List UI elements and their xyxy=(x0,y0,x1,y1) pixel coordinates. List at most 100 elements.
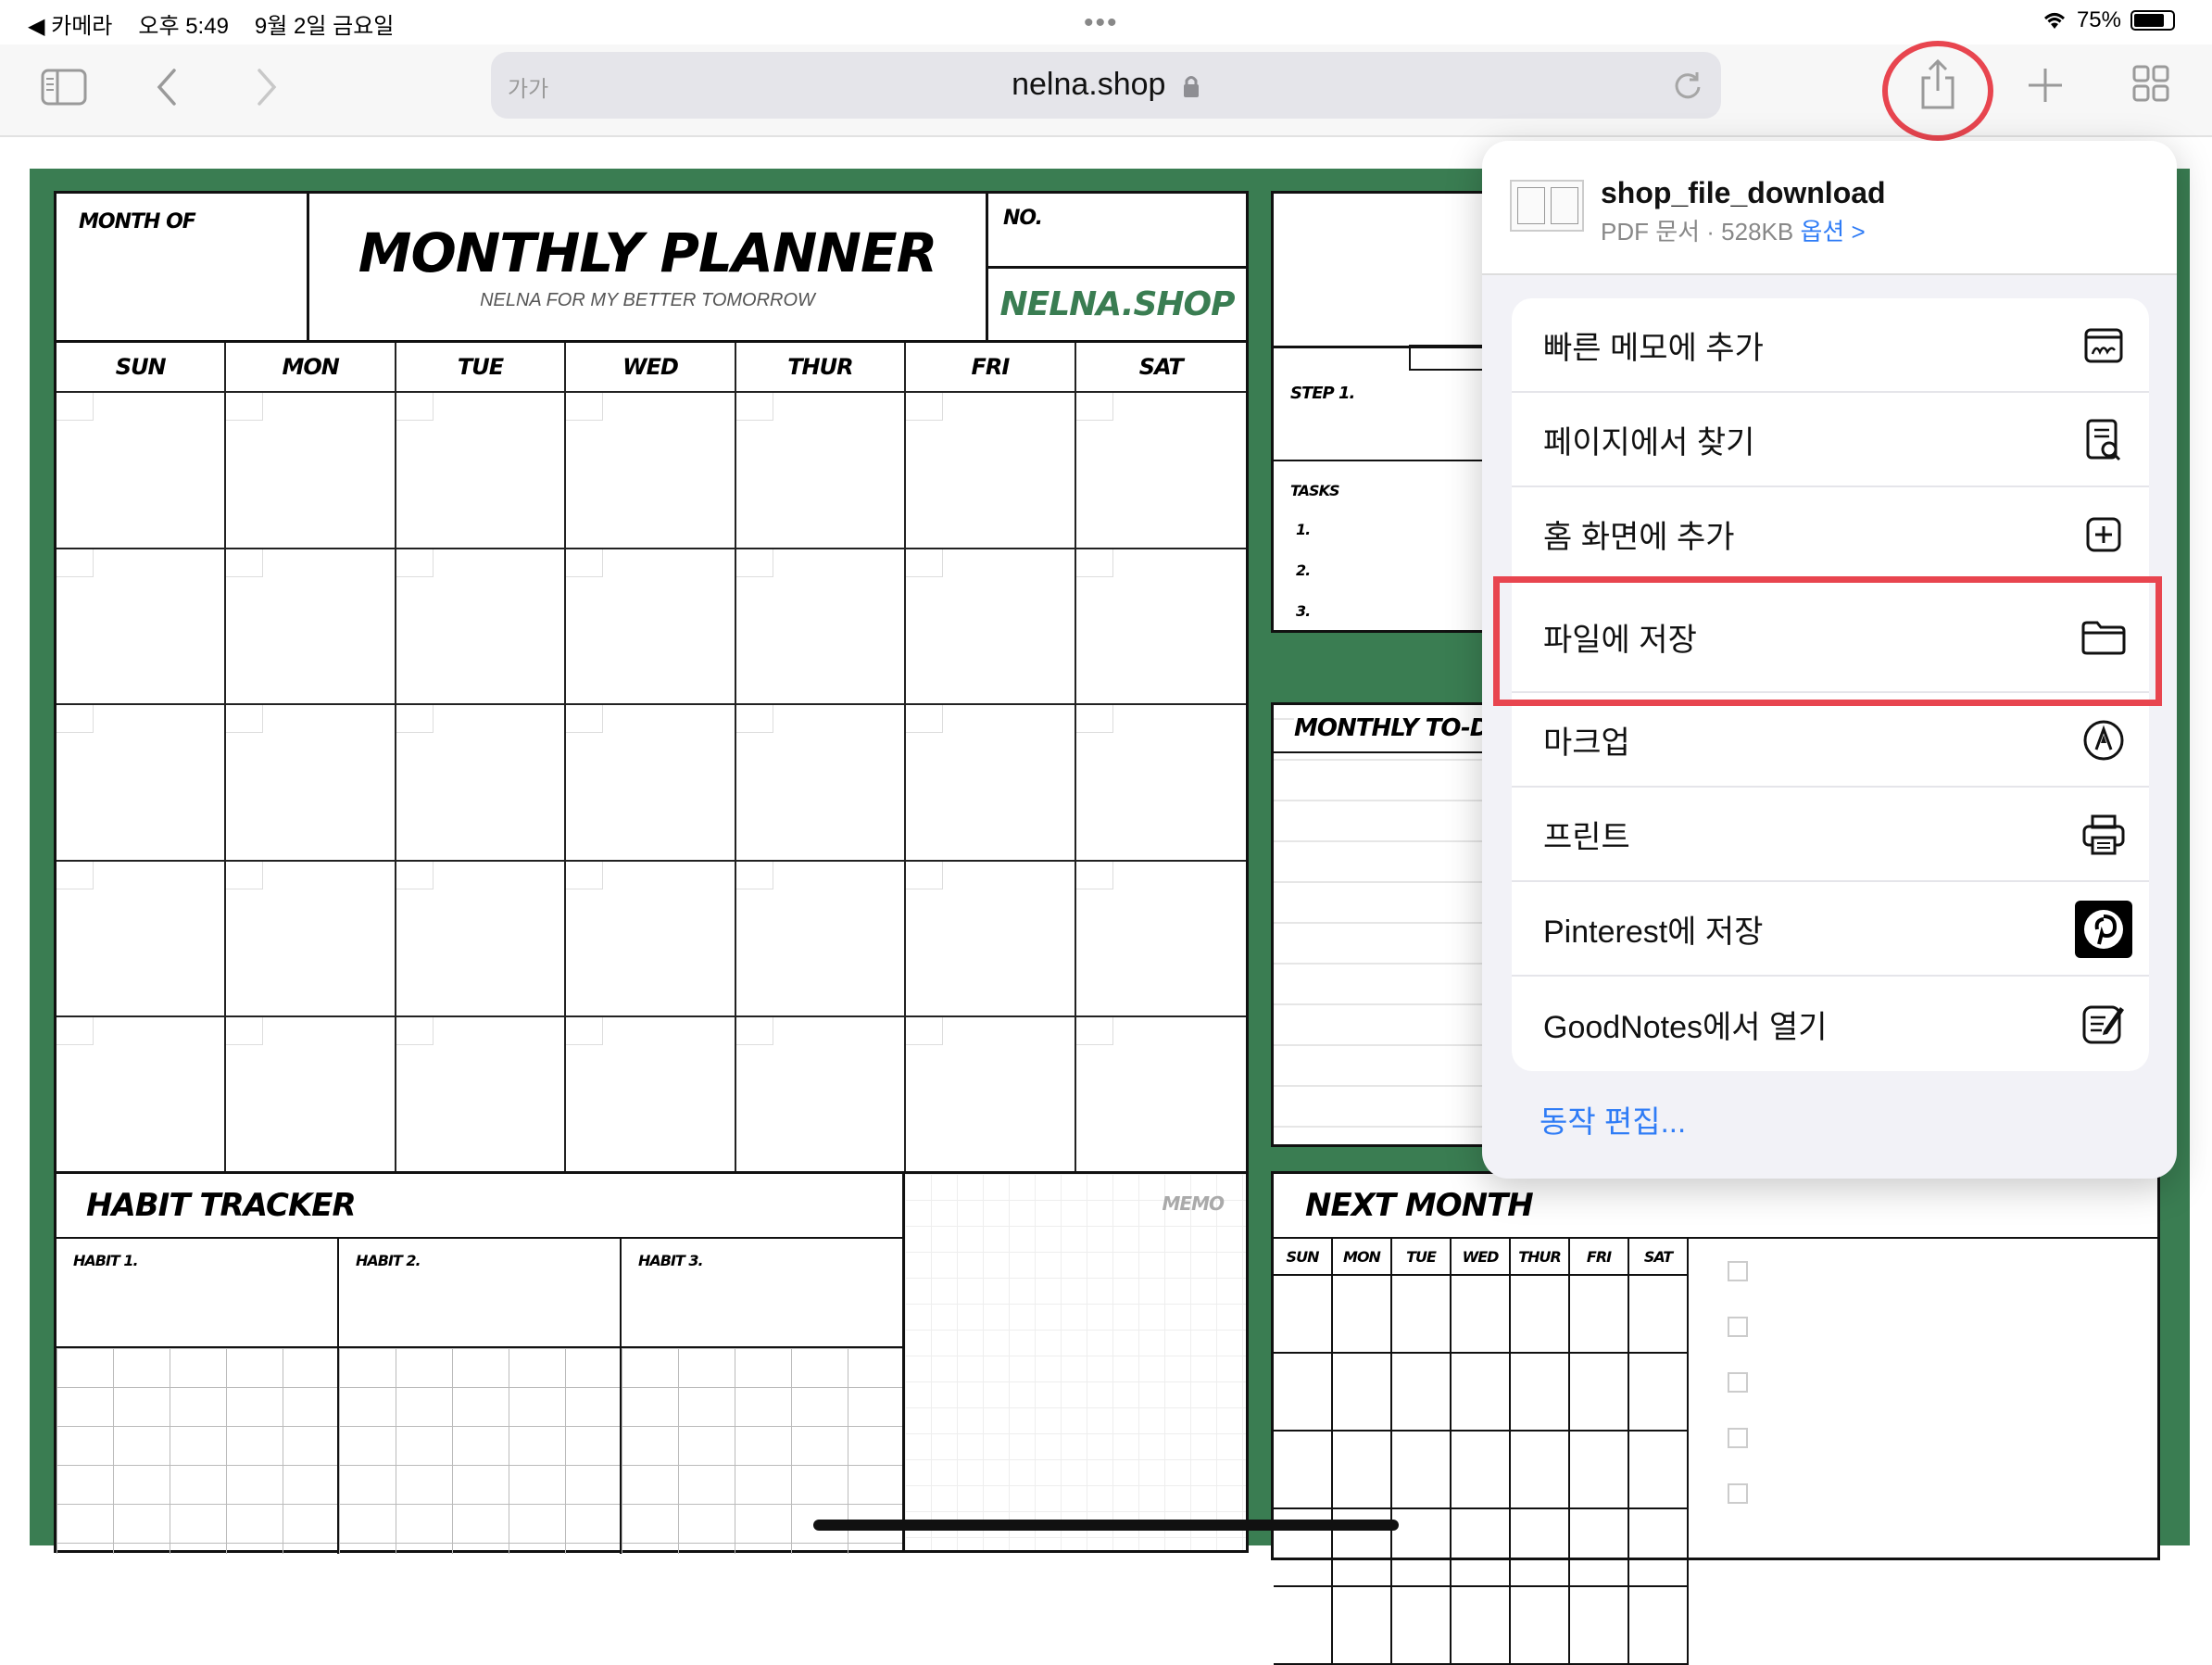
calendar-day-cell xyxy=(396,549,567,706)
next-month-day-cell xyxy=(1629,1276,1689,1354)
back-to-app-link[interactable]: ◀ 카메라 xyxy=(28,7,112,40)
battery-icon xyxy=(2130,10,2175,31)
next-month-day-cell xyxy=(1274,1354,1333,1432)
next-month-day-cell xyxy=(1570,1354,1629,1432)
next-month-box: NEXT MONTH SUN MON TUE WED THUR FRI SAT xyxy=(1271,1171,2160,1665)
habit-tracker-section: HABIT TRACKER HABIT 1. HABIT 2. HABIT 3. xyxy=(54,1171,905,1554)
action-pinterest[interactable]: Pinterest에 저장 xyxy=(1512,882,2149,977)
next-month-day-cell xyxy=(1452,1509,1511,1587)
back-icon[interactable] xyxy=(156,67,178,107)
next-month-day-cell xyxy=(1274,1276,1333,1354)
edit-actions-link[interactable]: 동작 편집... xyxy=(1540,1097,1686,1142)
tasks-label: TASKS xyxy=(1290,482,1339,499)
next-month-day-cell xyxy=(1511,1432,1570,1509)
calendar-grid: SUN MON TUE WED THUR FRI SAT xyxy=(54,340,1249,1174)
task-number: 1. xyxy=(1296,521,1311,538)
pinterest-icon xyxy=(2075,901,2132,958)
weekday-header: MON xyxy=(226,343,396,393)
next-month-day-cell xyxy=(1392,1587,1452,1665)
calendar-day-cell xyxy=(226,705,396,862)
calendar-day-cell xyxy=(566,393,736,549)
calendar-day-cell xyxy=(57,393,227,549)
calendar-day-cell xyxy=(226,1017,396,1174)
next-month-day-cell xyxy=(1333,1354,1392,1432)
action-markup[interactable]: 마크업 xyxy=(1512,693,2149,788)
calendar-day-cell xyxy=(566,705,736,862)
add-square-icon xyxy=(2079,510,2129,560)
calendar-day-cell xyxy=(1075,1017,1246,1174)
header-title: MONTHLY PLANNER NELNA FOR MY BETTER TOMO… xyxy=(307,191,988,343)
habit-column: HABIT 2. xyxy=(339,1239,622,1554)
next-month-day-cell xyxy=(1452,1432,1511,1509)
calendar-day-cell xyxy=(735,393,907,549)
next-month-day-cell xyxy=(1511,1276,1570,1354)
habit-column: HABIT 1. xyxy=(57,1239,339,1554)
next-month-day-cell xyxy=(1629,1432,1689,1509)
sidebar-icon[interactable] xyxy=(41,69,87,106)
calendar-day-cell xyxy=(226,549,396,706)
forward-icon[interactable] xyxy=(256,67,278,107)
next-month-day-cell xyxy=(1452,1276,1511,1354)
next-month-day-cell xyxy=(1570,1509,1629,1587)
calendar-day-cell xyxy=(226,861,396,1018)
next-month-day-cell xyxy=(1452,1354,1511,1432)
next-month-weekday: SUN xyxy=(1274,1239,1333,1276)
tab-overview-icon[interactable] xyxy=(2132,65,2169,102)
next-month-day-cell xyxy=(1392,1432,1452,1509)
action-print[interactable]: 프린트 xyxy=(1512,788,2149,882)
action-label: 프린트 xyxy=(1543,819,1630,855)
todo-checkbox xyxy=(1728,1317,1748,1337)
next-month-day-cell xyxy=(1570,1587,1629,1665)
calendar-day-cell xyxy=(1075,549,1246,706)
monthly-todo-title: MONTHLY TO-DO xyxy=(1294,714,1509,742)
next-month-weekday: FRI xyxy=(1570,1239,1629,1276)
action-label: 페이지에서 찾기 xyxy=(1543,424,1755,460)
next-month-day-cell xyxy=(1392,1276,1452,1354)
browser-toolbar: 가가 nelna.shop xyxy=(0,44,2212,137)
url-text: nelna.shop xyxy=(1012,67,1166,102)
share-sheet-header: shop_file_download PDF 문서 · 528KB 옵션 > xyxy=(1482,141,2177,275)
calendar-day-cell xyxy=(1075,393,1246,549)
action-add-to-home[interactable]: 홈 화면에 추가 xyxy=(1512,487,2149,582)
action-label: Pinterest에 저장 xyxy=(1543,914,1764,950)
weekday-header: SUN xyxy=(57,343,227,393)
next-month-title: NEXT MONTH xyxy=(1305,1187,1534,1224)
calendar-day-cell xyxy=(735,549,907,706)
calendar-day-cell xyxy=(1075,705,1246,862)
header-month-of: MONTH OF xyxy=(54,191,309,343)
calendar-day-cell xyxy=(906,1017,1076,1174)
todo-checkbox xyxy=(1728,1372,1748,1393)
next-month-day-cell xyxy=(1274,1587,1333,1665)
battery-percent: 75% xyxy=(2076,7,2121,32)
status-date: 9월 2일 금요일 xyxy=(254,14,395,39)
action-quick-note[interactable]: 빠른 메모에 추가 xyxy=(1512,298,2149,393)
save-to-files-highlight-box xyxy=(1493,576,2162,706)
calendar-day-cell xyxy=(57,1017,227,1174)
next-month-day-cell xyxy=(1333,1432,1392,1509)
quick-note-icon xyxy=(2079,321,2129,371)
no-label: NO. xyxy=(1003,207,1043,230)
address-bar[interactable]: 가가 nelna.shop xyxy=(491,52,1721,119)
weekday-header: FRI xyxy=(906,343,1076,393)
monthly-planner-sheet: MONTH OF MONTHLY PLANNER NELNA FOR MY BE… xyxy=(54,191,1249,1554)
next-month-day-cell xyxy=(1511,1509,1570,1587)
action-find-in-page[interactable]: 페이지에서 찾기 xyxy=(1512,393,2149,487)
options-link[interactable]: 옵션 > xyxy=(1800,218,1865,246)
weekday-header: TUE xyxy=(396,343,567,393)
calendar-day-cell xyxy=(566,861,736,1018)
calendar-day-cell xyxy=(906,393,1076,549)
habit-column: HABIT 3. xyxy=(622,1239,904,1554)
file-name: shop_file_download xyxy=(1601,176,1886,209)
task-number: 2. xyxy=(1296,561,1311,579)
next-month-day-cell xyxy=(1511,1587,1570,1665)
todo-checkbox xyxy=(1728,1483,1748,1504)
multitasking-dots-icon[interactable]: ••• xyxy=(1084,7,1119,39)
new-tab-icon[interactable] xyxy=(2027,67,2064,104)
calendar-day-cell xyxy=(396,705,567,862)
calendar-day-cell xyxy=(906,549,1076,706)
action-goodnotes[interactable]: GoodNotes에서 열기 xyxy=(1512,977,2149,1071)
calendar-day-cell xyxy=(396,861,567,1018)
habit-label: HABIT 2. xyxy=(356,1252,421,1269)
reload-icon[interactable] xyxy=(1671,69,1704,102)
next-month-day-cell xyxy=(1570,1432,1629,1509)
